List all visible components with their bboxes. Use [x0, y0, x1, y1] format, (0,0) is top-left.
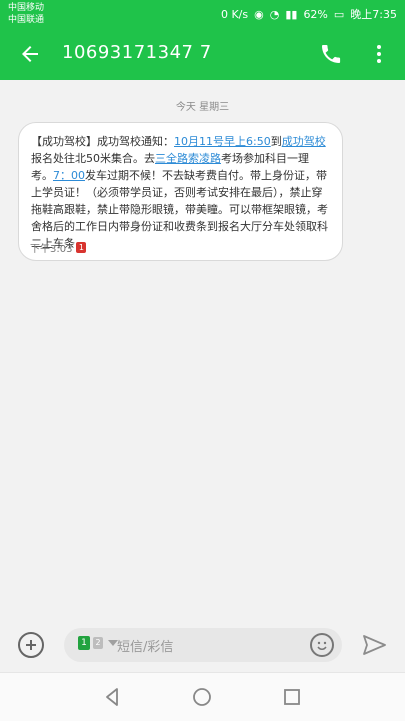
- message-link-date[interactable]: 10月11号早上6:50: [174, 135, 271, 148]
- sim-primary-icon: 1: [78, 636, 90, 650]
- message-time: 下午3:03: [30, 244, 73, 255]
- message-text-part-1: 【成功驾校】成功驾校通知：: [31, 135, 174, 148]
- sim-selector[interactable]: 1 2: [78, 636, 118, 650]
- message-link-location[interactable]: 三全路索凌路: [155, 152, 221, 165]
- nav-home-icon[interactable]: [192, 687, 212, 707]
- input-placeholder: 短信/彩信: [117, 640, 174, 655]
- add-attachment-button[interactable]: [18, 632, 44, 658]
- plus-icon: [26, 640, 36, 650]
- carrier-info: 中国移动 中国联通: [8, 2, 44, 26]
- message-composer: 1 2 短信/彩信: [0, 622, 405, 672]
- date-separator: 今天 星期三: [175, 102, 230, 113]
- top-app-bar: 10693171347 7: [0, 28, 405, 80]
- eye-icon: ◉: [254, 7, 264, 21]
- system-nav-bar: [0, 672, 405, 721]
- carrier-1: 中国移动: [8, 3, 45, 13]
- contact-number: 10693171347 7: [62, 42, 212, 63]
- sim-secondary-icon: 2: [93, 637, 103, 649]
- message-link-school[interactable]: 成功驾校: [282, 135, 326, 148]
- nav-recent-icon[interactable]: [282, 687, 302, 707]
- message-link-time[interactable]: 7：00: [53, 169, 85, 182]
- back-arrow-icon[interactable]: [18, 42, 42, 66]
- message-meta: 下午3:03 1: [30, 240, 87, 255]
- more-options-icon[interactable]: [373, 42, 385, 66]
- wifi-icon: ◔: [269, 7, 280, 21]
- message-text-part-2: 到: [270, 135, 282, 148]
- sim-badge: 1: [76, 242, 87, 253]
- nav-back-icon[interactable]: [102, 687, 122, 707]
- network-speed: 0 K/s: [220, 7, 249, 21]
- emoji-button[interactable]: [310, 633, 334, 657]
- smiley-icon: [317, 641, 327, 651]
- send-icon[interactable]: [363, 635, 387, 655]
- status-right: 0 K/s ◉ ◔ ▮▮ 62% ▭ 晚上7:35: [221, 6, 397, 22]
- message-input[interactable]: 1 2 短信/彩信: [64, 628, 342, 662]
- message-text-part-3: 报名处往北50米集合。去: [31, 152, 155, 165]
- status-bar: 中国移动 中国联通 0 K/s ◉ ◔ ▮▮ 62% ▭ 晚上7:35: [0, 0, 405, 28]
- carrier-2: 中国联通: [8, 15, 45, 25]
- phone-call-icon[interactable]: [319, 42, 343, 66]
- battery-level: 62%: [303, 7, 328, 21]
- clock: 晚上7:35: [350, 8, 397, 21]
- battery-icon: ▭: [333, 7, 345, 21]
- signal-icon: ▮▮: [285, 7, 298, 21]
